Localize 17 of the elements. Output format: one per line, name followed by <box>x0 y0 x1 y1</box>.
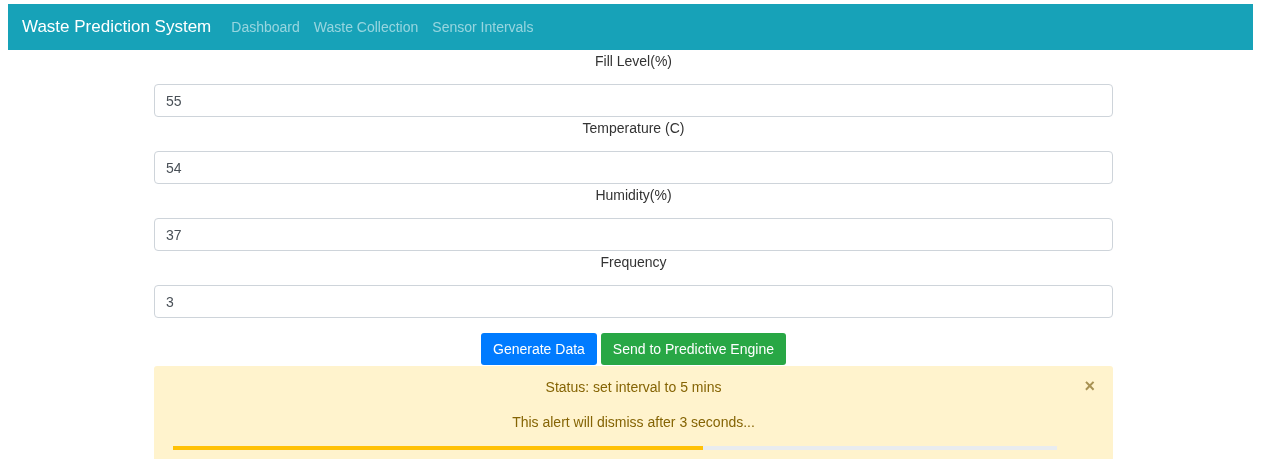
nav-link[interactable]: Dashboard <box>231 19 300 35</box>
input-field[interactable]: 54 <box>154 151 1113 184</box>
input-field[interactable]: 3 <box>154 285 1113 318</box>
alert-message: This alert will dismiss after 3 seconds... <box>512 413 755 431</box>
button[interactable]: Send to Predictive Engine <box>600 333 786 365</box>
nav-link[interactable]: Waste Collection <box>313 19 419 35</box>
field-label: Humidity(%) <box>594 186 673 205</box>
input-field[interactable]: 55 <box>154 84 1113 117</box>
button[interactable]: Generate Data <box>481 333 597 365</box>
nav-link[interactable]: Sensor Intervals <box>432 19 534 35</box>
input-field[interactable]: 37 <box>154 218 1113 251</box>
close-button[interactable]: × <box>1084 376 1095 397</box>
brand-title[interactable]: Waste Prediction System <box>22 17 212 37</box>
field-label: Temperature (C) <box>581 119 686 138</box>
status-text: Status: set interval to 5 mins <box>545 378 722 396</box>
field-label: Fill Level(%) <box>594 52 673 71</box>
field-label: Frequency <box>599 253 668 272</box>
